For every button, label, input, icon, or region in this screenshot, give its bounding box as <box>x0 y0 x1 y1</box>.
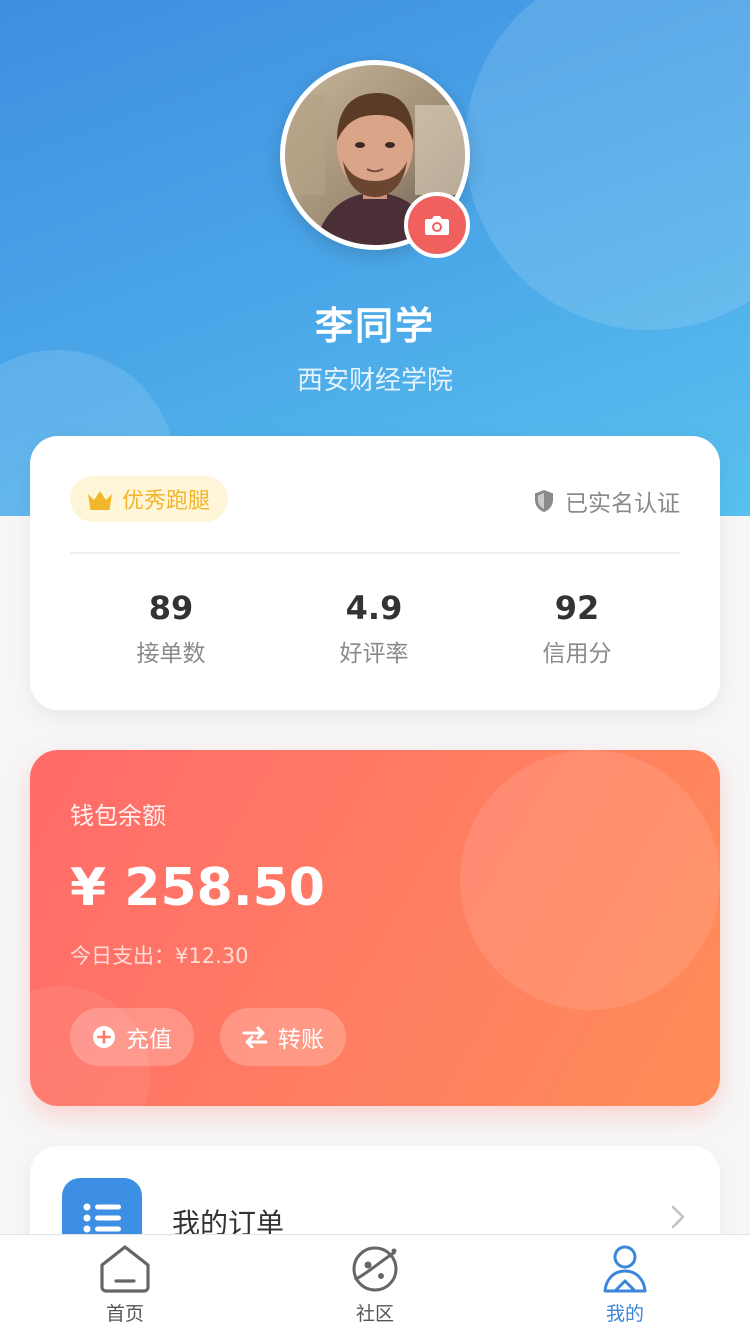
crown-icon <box>88 491 112 510</box>
wallet-today-spend: 今日支出：¥12.30 <box>70 944 249 968</box>
plus-circle-icon <box>93 1026 115 1048</box>
camera-icon <box>425 216 449 235</box>
stat-orders[interactable]: 89 接单数 <box>71 586 271 668</box>
level-badge-label: 优秀跑腿 <box>122 489 211 514</box>
decor-bubble <box>460 750 720 1010</box>
stat-label: 接单数 <box>136 641 206 667</box>
stat-label: 信用分 <box>542 641 612 667</box>
transfer-label: 转账 <box>278 1027 324 1053</box>
change-avatar-button[interactable] <box>404 192 470 258</box>
tab-mine[interactable]: 我的 <box>500 1235 750 1333</box>
wallet-card[interactable]: 钱包余额 ¥ 258.50 今日支出：¥12.30 充值 转账 <box>30 750 720 1106</box>
tab-community[interactable]: 社区 <box>250 1235 500 1333</box>
stat-credit[interactable]: 92 信用分 <box>477 586 677 668</box>
wallet-title: 钱包余额 <box>70 802 166 830</box>
user-school: 西安财经学院 <box>296 366 453 396</box>
stats-card: 优秀跑腿 已实名认证 89 接单数 4.9 好评率 92 信用分 <box>30 436 720 710</box>
tab-label: 社区 <box>355 1303 394 1325</box>
user-name: 李同学 <box>314 304 435 348</box>
stat-value: 4.9 <box>345 589 403 627</box>
transfer-button[interactable]: 转账 <box>220 1008 346 1066</box>
level-badge: 优秀跑腿 <box>70 476 229 522</box>
verification-status[interactable]: 已实名认证 <box>533 484 680 518</box>
decor-bubble <box>465 0 750 330</box>
tab-label: 首页 <box>105 1303 144 1325</box>
recharge-button[interactable]: 充值 <box>70 1008 194 1066</box>
bottom-tab-bar: 首页 社区 我的 <box>0 1234 750 1333</box>
user-icon <box>603 1245 647 1293</box>
wallet-balance: ¥ 258.50 <box>70 858 325 918</box>
stat-rating[interactable]: 4.9 好评率 <box>274 586 474 668</box>
tab-label: 我的 <box>605 1303 644 1325</box>
divider <box>70 552 680 554</box>
planet-icon <box>352 1246 398 1292</box>
shield-icon <box>535 490 553 512</box>
verification-label: 已实名认证 <box>565 491 680 517</box>
transfer-icon <box>242 1026 268 1048</box>
stat-value: 92 <box>554 589 600 627</box>
recharge-label: 充值 <box>126 1027 172 1053</box>
stat-value: 89 <box>148 589 194 627</box>
chevron-right-icon <box>671 1205 685 1229</box>
tab-home[interactable]: 首页 <box>0 1235 250 1333</box>
stat-label: 好评率 <box>339 641 409 667</box>
home-icon <box>100 1245 150 1293</box>
